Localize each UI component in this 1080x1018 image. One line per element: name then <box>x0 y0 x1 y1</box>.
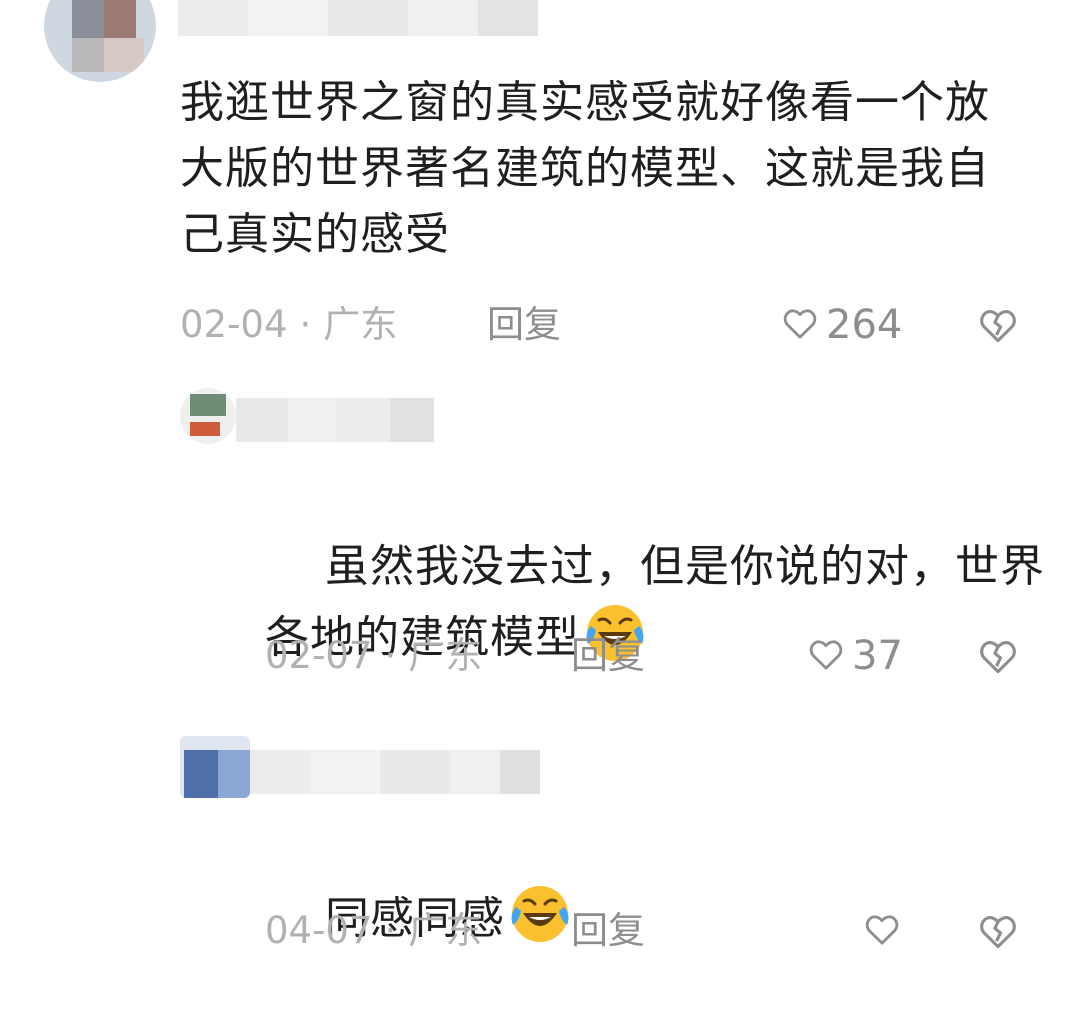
comment-location: 广东 <box>408 634 483 677</box>
rolling-on-floor-laughing-emoji <box>507 881 573 947</box>
reply-button[interactable]: 回复 <box>571 906 645 956</box>
like-count: 264 <box>826 302 903 348</box>
comment-date: 04-07 <box>265 909 373 952</box>
avatar[interactable] <box>180 388 236 444</box>
comment-text: 我逛世界之窗的真实感受就好像看一个放大版的世界著名建筑的模型、这就是我自己真实的… <box>180 77 990 260</box>
comment-meta: 02-04 · 广东 <box>180 300 397 350</box>
reply-item: 虽然我没去过，但是你说的对，世界各地的建筑模型 02-07 · 广东 回复 37 <box>0 360 1080 690</box>
avatar[interactable] <box>180 736 250 798</box>
comment-meta: 02-07 · 广东 <box>265 631 482 681</box>
like-count: 37 <box>852 633 903 679</box>
comment-item: 我逛世界之窗的真实感受就好像看一个放大版的世界著名建筑的模型、这就是我自己真实的… <box>0 0 1080 360</box>
heart-outline-icon <box>780 303 820 347</box>
comment-date: 02-07 <box>265 634 373 677</box>
heart-outline-icon <box>862 909 902 953</box>
comment-location: 广东 <box>323 303 398 346</box>
meta-separator: · <box>384 909 397 952</box>
broken-heart-icon[interactable] <box>976 303 1020 347</box>
avatar[interactable] <box>44 0 156 82</box>
broken-heart-icon[interactable] <box>976 634 1020 678</box>
like-button[interactable]: 264 <box>780 300 902 350</box>
reply-button[interactable]: 回复 <box>571 631 645 681</box>
heart-outline-icon <box>806 634 846 678</box>
meta-separator: · <box>384 634 397 677</box>
reply-item: 同感同感 04-07 · 广东 回复 <box>0 690 1080 970</box>
comment-date: 02-04 <box>180 303 288 346</box>
reply-button[interactable]: 回复 <box>487 300 561 350</box>
meta-separator: · <box>299 303 312 346</box>
username-redacted[interactable] <box>178 0 538 36</box>
username-redacted[interactable] <box>250 750 540 794</box>
username-redacted[interactable] <box>236 398 434 442</box>
comment-location: 广东 <box>408 909 483 952</box>
like-button[interactable] <box>862 906 908 956</box>
comment-meta: 04-07 · 广东 <box>265 906 482 956</box>
like-button[interactable]: 37 <box>806 631 903 681</box>
broken-heart-icon[interactable] <box>976 909 1020 953</box>
